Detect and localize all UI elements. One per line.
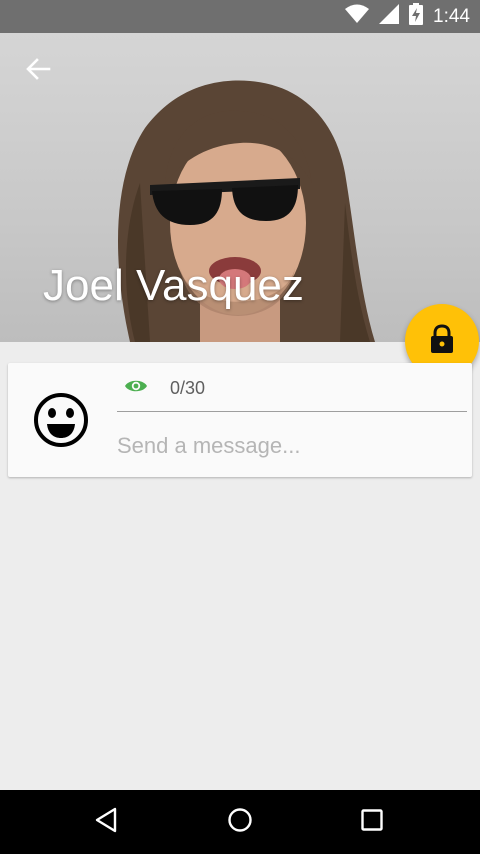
status-time: 1:44 <box>433 5 470 27</box>
status-icons: 1:44 <box>345 0 470 33</box>
message-input[interactable] <box>117 429 467 463</box>
nav-home-button[interactable] <box>220 802 260 842</box>
eye-icon[interactable] <box>124 378 148 399</box>
nav-back-button[interactable] <box>86 802 126 842</box>
nav-recents-button[interactable] <box>352 802 392 842</box>
lock-icon <box>429 323 455 359</box>
home-circle-icon <box>227 807 253 838</box>
recents-square-icon <box>360 808 384 837</box>
emoji-button[interactable] <box>32 391 90 449</box>
visibility-row: 0/30 <box>124 375 205 401</box>
back-triangle-icon <box>94 807 118 838</box>
cell-signal-icon <box>379 4 400 29</box>
contact-name: Joel Vasquez <box>43 261 304 310</box>
back-button[interactable] <box>20 53 56 89</box>
arrow-back-icon <box>25 57 51 85</box>
input-divider <box>117 411 467 412</box>
contact-header: Joel Vasquez <box>0 33 480 342</box>
wifi-icon <box>345 4 370 29</box>
smiley-face-icon <box>32 393 90 453</box>
status-bar: 1:44 <box>0 0 480 33</box>
message-composer-card: 0/30 <box>8 363 472 477</box>
navigation-bar <box>0 790 480 854</box>
battery-charging-icon <box>409 3 424 30</box>
message-counter: 0/30 <box>170 377 206 398</box>
